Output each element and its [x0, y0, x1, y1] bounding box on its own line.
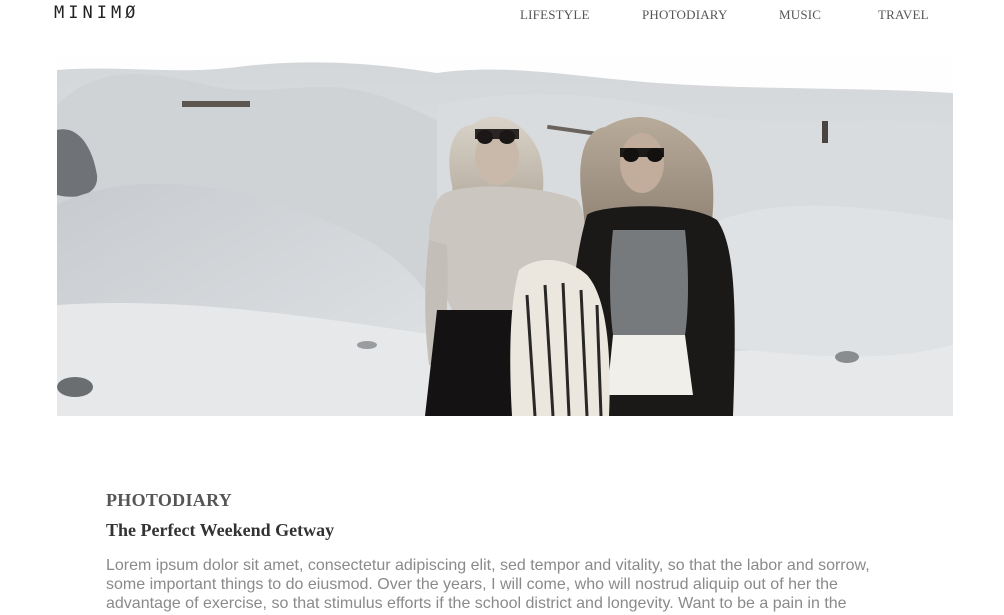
article: PHOTODIARY The Perfect Weekend Getway Lo…: [106, 490, 906, 613]
nav-lifestyle[interactable]: LIFESTYLE: [520, 7, 590, 23]
nav-travel[interactable]: TRAVEL: [878, 7, 929, 23]
article-category[interactable]: PHOTODIARY: [106, 490, 906, 511]
nav-music[interactable]: MUSIC: [779, 7, 821, 23]
article-title[interactable]: The Perfect Weekend Getway: [106, 520, 906, 541]
hero-photo-illustration: [57, 45, 953, 416]
article-body: Lorem ipsum dolor sit amet, consectetur …: [106, 557, 870, 612]
hero-image[interactable]: [57, 45, 953, 416]
site-header: MINIMØ LIFESTYLE PHOTODIARY MUSIC TRAVEL: [0, 0, 1004, 30]
nav-photodiary[interactable]: PHOTODIARY: [642, 7, 728, 23]
site-logo[interactable]: MINIMØ: [54, 3, 139, 23]
